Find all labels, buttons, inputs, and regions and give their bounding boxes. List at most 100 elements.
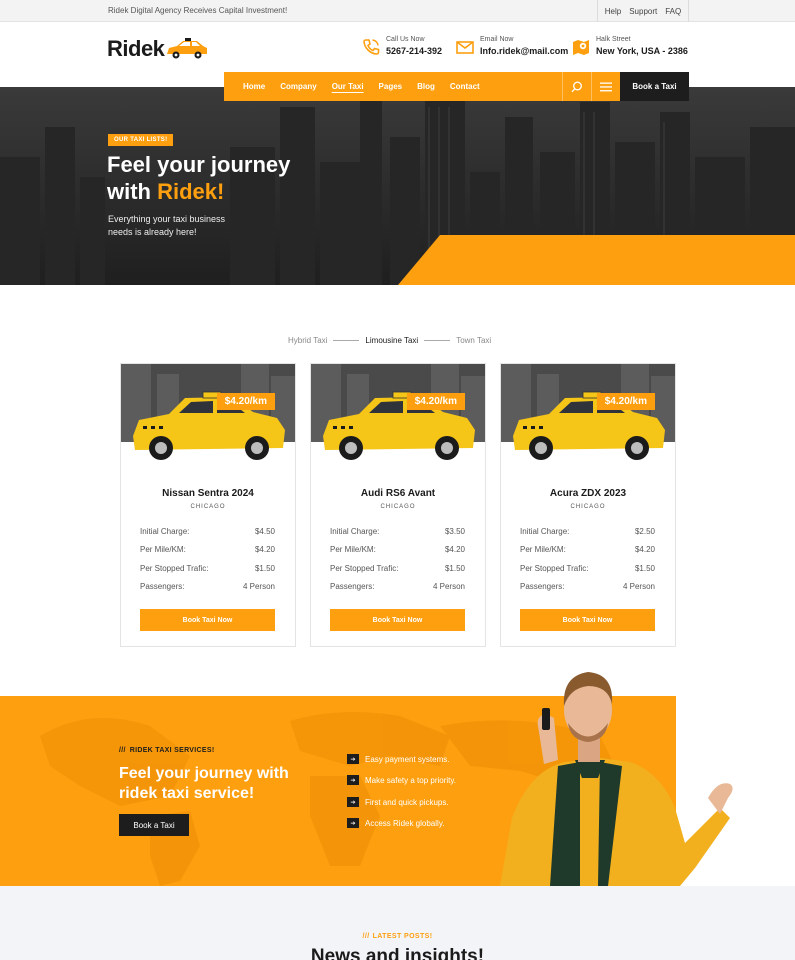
taxi-car-logo-icon [167,38,208,59]
nav-blog[interactable]: Blog [417,82,435,91]
fare-value: 4 Person [242,582,275,591]
feature-text: Access Ridek globally. [365,818,445,828]
price-badge: $4.20/km [216,393,275,410]
fare-row: Per Mile/KM: $4.20 [140,545,275,554]
fare-label: Initial Charge: [330,527,380,536]
feature-item: ➔ First and quick pickups. [347,797,449,807]
latest-posts-section: ///LATEST POSTS! News and insights! [0,886,795,960]
fare-label: Passengers: [140,582,185,591]
fare-label: Initial Charge: [140,527,190,536]
hero-title-prefix: with [107,179,158,204]
services-title-line1: Feel your journey with [119,765,289,782]
taxi-city: CHICAGO [190,504,226,510]
yellow-taxi-image [311,364,485,474]
email-value[interactable]: Info.ridek@mail.com [480,44,568,58]
tab-hybrid-taxi[interactable]: Hybrid Taxi [288,336,327,345]
fare-value: $4.50 [254,527,275,536]
address-info: Halk Street New York, USA - 2386 [571,35,688,58]
fare-row: Per Stopped Trafic: $1.50 [140,564,275,573]
arrow-right-icon: ➔ [347,775,359,785]
fare-value: $4.20 [634,545,655,554]
price-badge: $4.20/km [596,393,655,410]
hero-subtitle: Everything your taxi business needs is a… [108,214,226,237]
fare-label: Per Mile/KM: [330,545,376,554]
fare-value: $1.50 [254,564,275,573]
phone-icon [363,39,380,55]
fare-row: Initial Charge: $2.50 [520,527,655,536]
taxi-name: Acura ZDX 2023 [549,488,627,499]
main-nav: Home Company Our Taxi Pages Blog Contact [224,72,562,101]
latest-posts-tag-text: LATEST POSTS! [372,933,433,940]
fare-label: Per Mile/KM: [520,545,566,554]
tab-divider [424,340,451,341]
faq-link[interactable]: FAQ [665,7,681,16]
logo[interactable]: Ridek [107,36,209,62]
fare-label: Passengers: [330,582,375,591]
nav-home[interactable]: Home [243,82,265,91]
fare-row: Per Mile/KM: $4.20 [330,545,465,554]
hero-tag: OUR TAXI LISTS! [108,134,174,146]
taxi-image [501,364,675,474]
help-link[interactable]: Help [605,7,621,16]
feature-text: Make safety a top priority. [365,775,456,785]
fare-row: Passengers: 4 Person [330,582,465,591]
taxi-type-tabs: Hybrid Taxi Limousine Taxi Town Taxi [288,336,491,345]
call-value[interactable]: 5267-214-392 [386,44,442,58]
fare-label: Per Stopped Trafic: [520,564,589,573]
call-info: Call Us Now 5267-214-392 [361,35,442,58]
fare-value: 4 Person [622,582,655,591]
fare-value: $4.20 [444,545,465,554]
search-button[interactable] [562,72,591,101]
latest-posts-tag: ///LATEST POSTS! [0,933,795,940]
call-label: Call Us Now [386,36,425,43]
fare-value: $4.20 [254,545,275,554]
menu-button[interactable] [591,72,620,101]
taxi-card: $4.20/km Acura ZDX 2023 CHICAGO Initial … [500,363,676,647]
hero-title: Feel your journey with Ridek! [107,151,290,205]
feature-item: ➔ Access Ridek globally. [347,818,444,828]
latest-posts-title: News and insights! [310,946,485,960]
hero-title-highlight: Ridek! [157,179,225,204]
fare-row: Initial Charge: $3.50 [330,527,465,536]
feature-item: ➔ Make safety a top priority. [347,775,456,785]
hamburger-menu-icon [600,82,612,91]
fare-value: 4 Person [432,582,465,591]
support-link[interactable]: Support [629,7,657,16]
fare-row: Initial Charge: $4.50 [140,527,275,536]
address-label: Halk Street [596,36,631,43]
nav-our-taxi[interactable]: Our Taxi [332,82,364,91]
book-taxi-button[interactable]: Book a Taxi [620,72,689,101]
fare-value: $2.50 [634,527,655,536]
slashes-icon: /// [119,747,126,754]
services-book-taxi-button[interactable]: Book a Taxi [119,814,189,836]
book-taxi-now-button[interactable]: Book Taxi Now [520,609,655,631]
fare-row: Passengers: 4 Person [520,582,655,591]
tab-divider [333,340,360,341]
taxi-name: Audi RS6 Avant [360,488,436,499]
fare-value: $1.50 [444,564,465,573]
nav-contact[interactable]: Contact [450,82,480,91]
nav-icon-group [562,72,620,101]
mail-icon [456,41,474,54]
services-title: Feel your journey with ridek taxi servic… [119,764,289,804]
tab-town-taxi[interactable]: Town Taxi [456,336,491,345]
fare-label: Per Mile/KM: [140,545,186,554]
announcement-text: Ridek Digital Agency Receives Capital In… [108,6,288,15]
price-badge: $4.20/km [406,393,465,410]
book-taxi-now-button[interactable]: Book Taxi Now [330,609,465,631]
nav-company[interactable]: Company [280,82,316,91]
tab-limousine-taxi[interactable]: Limousine Taxi [365,336,418,345]
nav-pages[interactable]: Pages [379,82,403,91]
fare-row: Per Stopped Trafic: $1.50 [520,564,655,573]
logo-text: Ridek [107,36,165,61]
taxi-card: $4.20/km Nissan Sentra 2024 CHICAGO Init… [120,363,296,647]
fare-row: Per Stopped Trafic: $1.50 [330,564,465,573]
map-icon [573,40,589,55]
fare-row: Passengers: 4 Person [140,582,275,591]
man-on-phone-image [500,672,733,886]
book-taxi-now-button[interactable]: Book Taxi Now [140,609,275,631]
email-info: Email Now Info.ridek@mail.com [455,35,568,58]
fare-value: $3.50 [444,527,465,536]
taxi-card: $4.20/km Audi RS6 Avant CHICAGO Initial … [310,363,486,647]
yellow-taxi-image [121,364,295,474]
